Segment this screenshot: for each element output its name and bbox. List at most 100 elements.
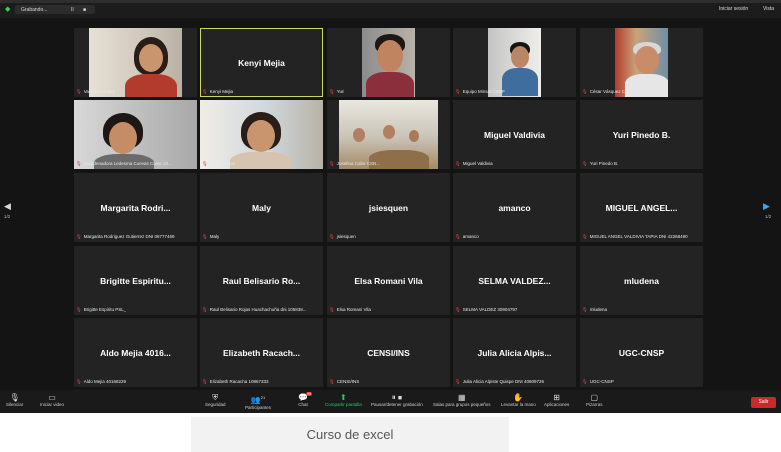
participant-name-label: 🎙 Miguel Valdivia xyxy=(455,161,493,167)
participant-name-label: 🎙 MIGUEL ANGEL VALDIVIA TAPIA DNI 4226849… xyxy=(582,234,688,240)
participant-tile[interactable]: 🎙 Equipo Minsal CNSP xyxy=(453,28,576,97)
video-gallery: 🎙 Vanessa Eniére Kenyi Mejia 🎙 Kenyi Mejia 🎙 Y… xyxy=(0,18,781,390)
participant-name-label: 🎙 César Vásquez Castillo xyxy=(582,89,637,95)
participant-tile[interactable]: Margarita Rodri... 🎙 Margarita Rodriguez G… xyxy=(74,173,197,242)
shield-icon[interactable]: ◆ xyxy=(5,6,10,13)
participant-name-label: 🎙 Equipo Minsal CNSP xyxy=(455,89,505,95)
apps-button[interactable]: ⊞ Aplicaciones xyxy=(544,393,569,407)
participant-display-name: Kenyi Mejia xyxy=(238,58,285,68)
participant-name-label: 🎙 Brigitte Espiritu PSL_ xyxy=(76,307,126,313)
participant-tile[interactable]: 🎙 Coordenadora Ledesma Cuevas Ccete 10... xyxy=(74,100,197,169)
chat-badge: 99 xyxy=(306,392,312,396)
participant-display-name: CENSI/INS xyxy=(367,348,410,358)
participant-tile[interactable]: Brigitte Espiritu... 🎙 Brigitte Espiritu P… xyxy=(74,246,197,315)
security-button[interactable]: ⛨ Seguridad xyxy=(205,393,226,407)
participant-tile[interactable]: Yuri Pinedo B. 🎙 Yuri Pinedo B. xyxy=(580,100,703,169)
start-video-button[interactable]: ▭ Iniciar video xyxy=(40,393,64,407)
participant-display-name: Raul Belisario Ro... xyxy=(222,276,301,286)
muted-microphone-icon: 🎙 xyxy=(329,379,335,384)
participant-video xyxy=(74,100,197,169)
participant-tile[interactable]: Aldo Mejia 4016... 🎙 Aldo Mejia 40168229 xyxy=(74,318,197,387)
muted-microphone-icon: 🎙 xyxy=(455,379,461,384)
face xyxy=(409,130,419,142)
leave-button[interactable]: Salir xyxy=(751,397,776,408)
participant-tile[interactable]: CENSI/INS 🎙 CENSI/INS xyxy=(327,318,450,387)
muted-microphone-icon: 🎙 xyxy=(76,161,82,166)
previous-page-icon[interactable]: ◀ xyxy=(4,201,11,212)
participant-tile[interactable]: 🎙 César Vásquez Castillo xyxy=(580,28,703,97)
participant-display-name: jsiesquen xyxy=(368,203,409,213)
face xyxy=(109,122,137,154)
muted-microphone-icon: 🎙 xyxy=(202,89,208,94)
participant-tile[interactable]: Kenyi Mejia 🎙 Kenyi Mejia xyxy=(200,28,323,97)
share-screen-icon: ⬆ xyxy=(340,393,347,402)
participant-tile[interactable]: Miguel Valdivia 🎙 Miguel Valdivia xyxy=(453,100,576,169)
whiteboards-button[interactable]: ▢ Pizarras xyxy=(586,393,603,407)
participant-tile[interactable]: 🎙 Yuri xyxy=(327,28,450,97)
participant-display-name: Elizabeth Racach... xyxy=(223,348,300,358)
participant-name-text: Julia Alicia Alpiste Quispe DNI 40609726 xyxy=(462,379,545,384)
participant-name-text: jsiesquen xyxy=(336,234,356,239)
participant-tile[interactable]: UGC-CNSP 🎙 UGC-CNSP xyxy=(580,318,703,387)
face xyxy=(247,120,275,152)
participant-video xyxy=(89,28,182,97)
participant-name-label: 🎙 Aldo Mejia 40168229 xyxy=(76,379,126,385)
participant-tile[interactable]: 🎙 Luz Huaman xyxy=(200,100,323,169)
participant-display-name: Miguel Valdivia xyxy=(484,130,545,140)
muted-microphone-icon: 🎙 xyxy=(329,307,335,312)
participant-name-text: Margarita Rodriguez Gutierrez DNI 067774… xyxy=(83,234,175,239)
recording-strip xyxy=(0,0,781,3)
participant-name-text: Miguel Valdivia xyxy=(462,161,493,166)
participant-name-label: 🎙 Yuri Pinedo B. xyxy=(582,161,618,167)
participant-name-label: 🎙 SELMA VALDEZ 30904797 xyxy=(455,307,517,313)
participant-name-label: 🎙 Elsa Romani Vila xyxy=(329,307,371,313)
view-button[interactable]: Vista xyxy=(763,6,774,12)
participant-name-text: Equipo Minsal CNSP xyxy=(462,89,505,94)
participant-name-text: Yuri Pinedo B. xyxy=(589,161,619,166)
muted-microphone-icon: 🎙 xyxy=(582,307,588,312)
participant-name-text: mludena xyxy=(589,307,607,312)
mute-button[interactable]: 🎙 Silenciar xyxy=(6,393,23,407)
participant-name-text: César Vásquez Castillo xyxy=(589,89,637,94)
pause-recording-icon[interactable]: II xyxy=(71,7,74,13)
share-screen-button[interactable]: ⬆ Compartir pantalla xyxy=(325,393,362,407)
chat-button[interactable]: 💬 99 Chat xyxy=(298,392,312,407)
participant-tile[interactable]: jsiesquen 🎙 jsiesquen xyxy=(327,173,450,242)
recording-tab[interactable]: Grabando... II ■ xyxy=(15,5,95,14)
participant-tile[interactable]: MIGUEL ANGEL... 🎙 MIGUEL ANGEL VALDIVIA TA… xyxy=(580,173,703,242)
participant-tile[interactable]: amanco 🎙 amanco xyxy=(453,173,576,242)
participant-tile[interactable]: Raul Belisario Ro... 🎙 Raul Belisario Roja… xyxy=(200,246,323,315)
muted-microphone-icon: 🎙 xyxy=(455,161,461,166)
participant-tile[interactable]: Elizabeth Racach... 🎙 Elizabeth Racacha 10… xyxy=(200,318,323,387)
participant-video xyxy=(362,28,415,97)
participant-display-name: mludena xyxy=(624,276,659,286)
shoulders xyxy=(502,68,538,96)
next-page-icon[interactable]: ▶ xyxy=(763,201,770,212)
participant-name-text: UGC-CNSP xyxy=(589,379,614,384)
participant-name-label: 🎙 jsiesquen xyxy=(329,234,356,240)
participant-tile[interactable]: 🎙 Vanessa Eniére xyxy=(74,28,197,97)
muted-microphone-icon: 🎙 xyxy=(582,89,588,94)
hand-icon: ✋ xyxy=(513,393,524,402)
apps-icon: ⊞ xyxy=(553,393,560,402)
participant-tile[interactable]: Maly 🎙 Maly xyxy=(200,173,323,242)
meeting-toolbar: 🎙 Silenciar ▭ Iniciar video ⛨ Seguridad … xyxy=(0,390,781,413)
breakout-rooms-button[interactable]: ▦ Salas para grupos pequeños xyxy=(433,393,491,407)
participant-name-label: 🎙 Luz Huaman xyxy=(202,161,235,167)
participant-tile[interactable]: Elsa Romani Vila 🎙 Elsa Romani Vila xyxy=(327,246,450,315)
participant-tile[interactable]: 🎙 Josefina Cabe CSN... xyxy=(327,100,450,169)
participant-name-text: Vanessa Eniére xyxy=(83,89,116,94)
participant-name-label: 🎙 UGC-CNSP xyxy=(582,379,614,385)
participant-name-label: 🎙 Yuri xyxy=(329,89,344,95)
raise-hand-button[interactable]: ✋ Levantar la mano xyxy=(501,393,536,407)
pause-stop-icon: ⏸ ⏹ xyxy=(391,393,403,402)
participant-tile[interactable]: SELMA VALDEZ... 🎙 SELMA VALDEZ 30904797 xyxy=(453,246,576,315)
stop-recording-icon[interactable]: ■ xyxy=(83,7,86,13)
participant-tile[interactable]: mludena 🎙 mludena xyxy=(580,246,703,315)
pause-recording-button[interactable]: ⏸ ⏹ Pausar/detener grabación xyxy=(371,393,423,407)
muted-microphone-icon: 🎙 xyxy=(455,89,461,94)
participants-button[interactable]: 👥21 Participantes xyxy=(245,393,271,410)
participant-name-label: 🎙 Raul Belisario Rojas Huachachuña dni 10… xyxy=(202,307,307,313)
login-link[interactable]: Iniciar sesión xyxy=(719,6,748,12)
participant-tile[interactable]: Julia Alicia Alpis... 🎙 Julia Alicia Alpis… xyxy=(453,318,576,387)
